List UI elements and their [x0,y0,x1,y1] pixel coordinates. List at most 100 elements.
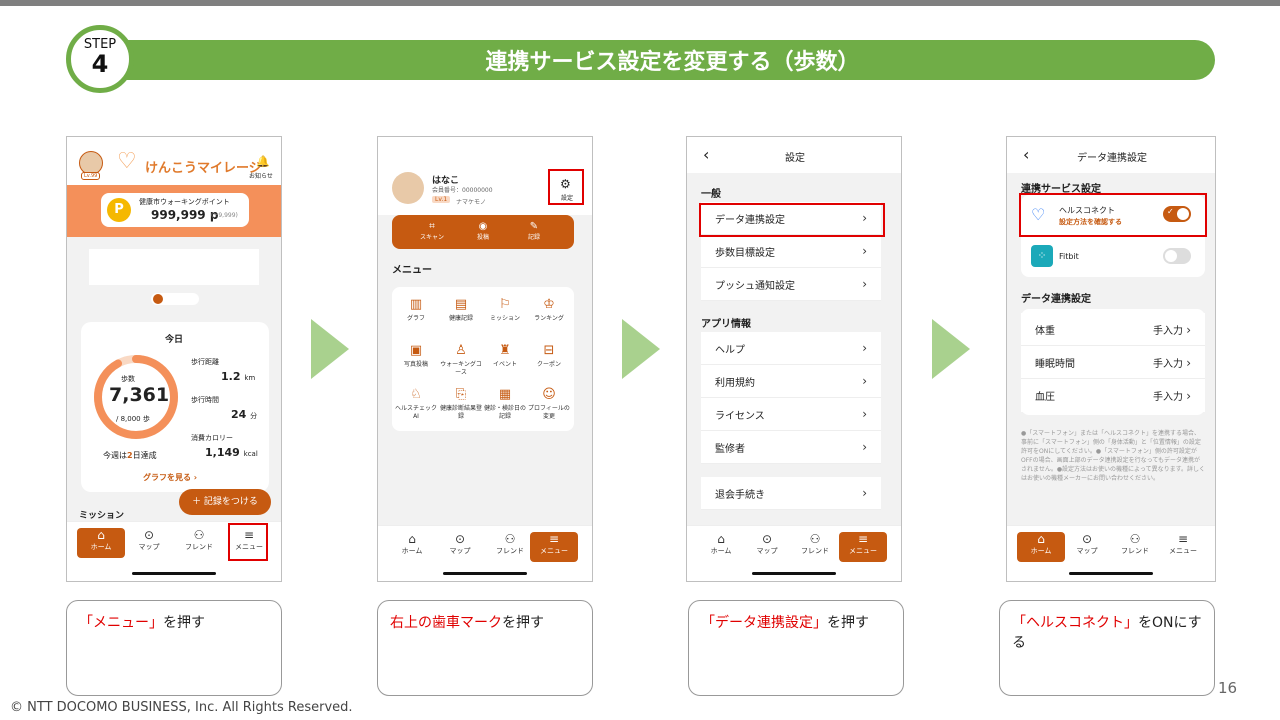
points-card[interactable]: P 健康市ウォーキングポイント 999,999 p (+9,999) [101,193,249,227]
highlight-health-connect [1019,193,1207,237]
record-button[interactable]: ＋ 記録をつける [179,489,271,515]
nav-home[interactable]: ⌂ ホーム [1017,532,1065,562]
bell-icon[interactable]: 🔔 [256,155,270,168]
nav-map[interactable]: ⊙ マップ [125,528,173,558]
nav-menu[interactable]: ≡ メニュー [1159,532,1207,562]
record-button[interactable]: ✎ 記録 [514,221,554,241]
menu-item-coupon[interactable]: ⊟ クーポン [528,343,570,369]
scan-button[interactable]: ⌗ スキャン [412,221,452,241]
section-app-info: アプリ情報 [701,319,751,330]
week-post: 日達成 [132,451,157,460]
calendar-icon: ▦ [498,387,512,402]
nav-friend-label: フレンド [185,543,213,551]
chevron-right-icon: › [862,341,867,355]
home-indicator [132,572,216,575]
nav-friend-label: フレンド [1121,547,1149,555]
row-label: 監修者 [715,443,745,455]
nav-friend[interactable]: ⚇ フレンド [175,528,223,558]
page-title: 設定 [785,153,805,164]
chevron-right-icon: › [862,277,867,291]
nav-friend[interactable]: ⚇ フレンド [486,532,534,562]
menu-item-photo[interactable]: ▣ 写真投稿 [395,343,437,369]
nav-map-label: マップ [449,547,471,555]
nav-menu[interactable]: ≡ メニュー [839,532,887,562]
caption-step-1: 「メニュー」を押す [66,600,282,696]
row-terms[interactable]: 利用規約 › [701,365,881,398]
row-step-goal[interactable]: 歩数目標設定 › [701,235,881,268]
chevron-right-icon: › [1186,322,1191,337]
row-value-text: 手入力 [1153,325,1183,337]
flag-icon: ⚐ [499,297,511,312]
menu-item-walking-course[interactable]: ♙ ウォーキングコース [440,343,482,377]
menu-item-label: プロフィールの変更 [528,405,570,420]
phone-screen-menu: はなこ 会員番号：00000000 Lv.1 ナマケモノ ⚙ 設定 ⌗ スキャン … [377,136,593,582]
steps-value: 7,361 [109,384,170,406]
nav-map-label: マップ [138,543,160,551]
row-label: ヘルプ [715,344,745,356]
row-push[interactable]: プッシュ通知設定 › [701,268,881,301]
pause-icon[interactable] [153,294,163,304]
distance-label: 歩行距離 [191,358,219,366]
nav-home[interactable]: ⌂ ホーム [697,532,745,562]
menu-item-ranking[interactable]: ♔ ランキング [528,297,570,323]
menu-item-event[interactable]: ♜ イベント [484,343,526,369]
row-withdraw[interactable]: 退会手続き › [701,477,881,510]
time-value: 24 分 [231,408,257,421]
banner-carousel[interactable] [89,249,259,285]
cal-value: 1,149 kcal [205,446,258,459]
carousel-indicator[interactable] [151,293,199,305]
post-button[interactable]: ◉ 投稿 [463,221,503,241]
points-banner: P 健康市ウォーキングポイント 999,999 p (+9,999) [67,185,281,237]
caption-highlight: 「メニュー」 [79,615,163,631]
nav-home-label: ホーム [1030,547,1052,555]
nav-menu[interactable]: ≡ メニュー [530,532,578,562]
row-value-text: 手入力 [1153,392,1183,403]
row-weight[interactable]: 体重 手入力 › [1021,313,1205,346]
distance-unit: km [244,374,256,382]
nav-home-label: ホーム [90,543,112,551]
nav-home[interactable]: ⌂ ホーム [388,532,436,562]
avatar[interactable] [392,172,424,204]
row-blood-pressure[interactable]: 血圧 手入力 › [1021,379,1205,412]
menu-item-mission[interactable]: ⚐ ミッション [484,297,526,323]
menu-grid: ▥ グラフ ▤ 健康記録 ⚐ ミッション ♔ ランキング ▣ 写真投稿 ♙ ウォーキングコー… [392,287,574,431]
nav-map[interactable]: ⊙ マップ [1063,532,1111,562]
fitbit-toggle[interactable] [1163,248,1191,264]
week-pre: 今週は [103,451,127,460]
podium-icon: ♜ [499,343,511,358]
highlight-menu [228,523,268,561]
menu-item-profile[interactable]: ☺ プロフィールの変更 [528,387,570,421]
graph-link[interactable]: グラフを見る › [143,472,197,483]
menu-item-checkup-result[interactable]: ⎘ 健康診断結果登録 [440,387,482,421]
nav-friend[interactable]: ⚇ フレンド [1111,532,1159,562]
nav-map[interactable]: ⊙ マップ [436,532,484,562]
menu-item-graph[interactable]: ▥ グラフ [395,297,437,323]
home-icon: ⌂ [97,528,105,542]
row-supervisor[interactable]: 監修者 › [701,431,881,464]
camera-icon: ◉ [478,221,488,232]
caption-text: を押す [502,615,544,631]
points-delta: (+9,999) [211,212,238,219]
steps-label: 歩数 [121,375,135,383]
friends-icon: ⚇ [809,532,821,546]
level-badge: Lv.1 [432,196,451,203]
nav-friend[interactable]: ⚇ フレンド [791,532,839,562]
menu-item-health-record[interactable]: ▤ 健康記録 [440,297,482,323]
menu-item-label: ランキング [534,315,564,322]
row-label: 歩数目標設定 [715,247,775,259]
cal-number: 1,149 [205,446,240,459]
points-label: 健康市ウォーキングポイント [139,198,230,206]
nav-home[interactable]: ⌂ ホーム [77,528,125,558]
ticket-icon: ⊟ [543,343,555,358]
row-help[interactable]: ヘルプ › [701,332,881,365]
menu-item-checkup-date[interactable]: ▦ 健診・検診日の記録 [484,387,526,421]
distance-value: 1.2 km [221,370,255,383]
caption-text: を押す [827,615,869,631]
menu-item-health-check[interactable]: ♘ ヘルスチェックAI [395,387,437,421]
row-license[interactable]: ライセンス › [701,398,881,431]
nav-home-label: ホーム [401,547,423,555]
row-label: プッシュ通知設定 [715,280,795,292]
row-sleep[interactable]: 睡眠時間 手入力 › [1021,346,1205,379]
nav-map[interactable]: ⊙ マップ [743,532,791,562]
heart-logo-icon: ♡ [117,149,137,174]
